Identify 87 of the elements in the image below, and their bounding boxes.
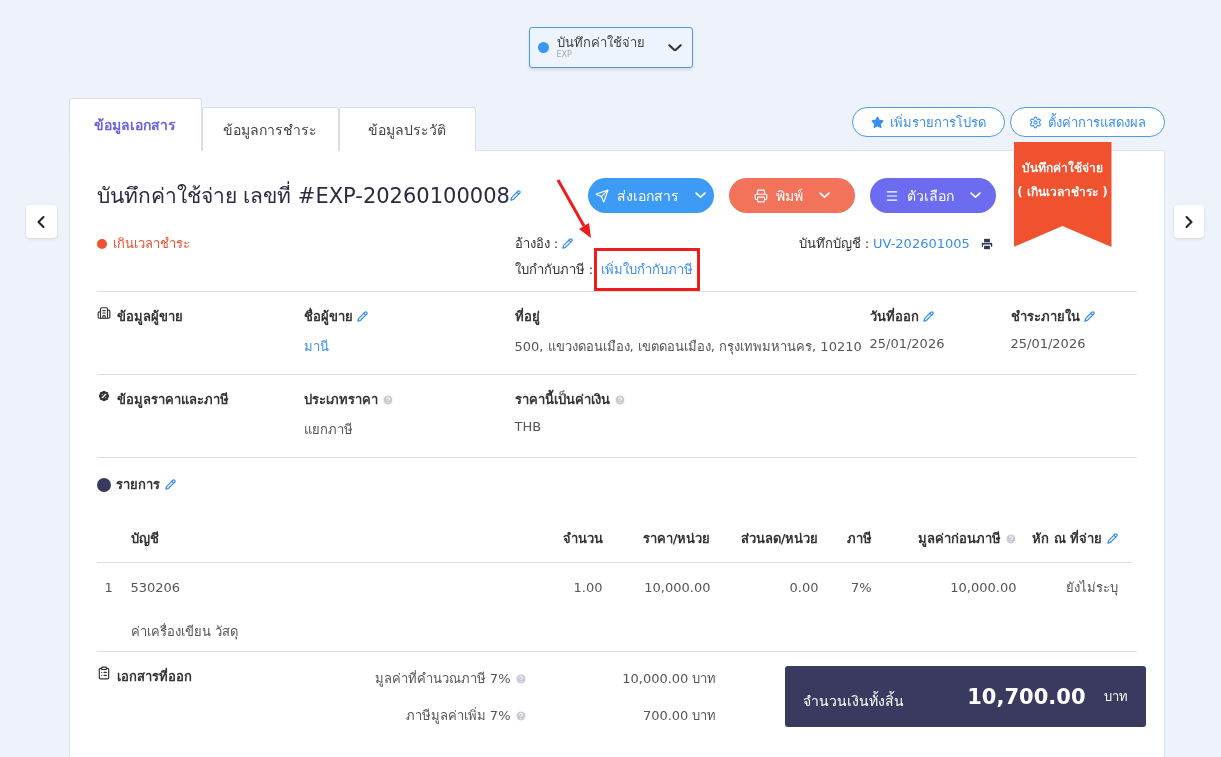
circle-icon xyxy=(96,477,111,492)
tab[interactable]: ข้อมูลประวัติ xyxy=(338,107,476,151)
item-description: ค่าเครื่องเขียน วัสดุ xyxy=(130,622,238,642)
help-icon xyxy=(381,393,394,406)
section-title: เอกสารที่ออก xyxy=(116,666,192,686)
previous-button[interactable] xyxy=(26,205,57,238)
total-amount: 10,700.00 xyxy=(967,684,1086,709)
ribbon-text: บันทึกค่าใช้จ่าย xyxy=(1022,159,1103,177)
tab[interactable]: ข้อมูลเอกสาร xyxy=(68,98,202,151)
column-header: มูลค่าก่อนภาษี xyxy=(917,530,1001,549)
document-type-select[interactable]: บันทึกค่าใช้จ่าย EXP xyxy=(528,27,693,68)
column-header: ภาษี xyxy=(846,530,872,548)
field-label: วันที่ออก xyxy=(869,306,919,326)
field-link[interactable]: มานี xyxy=(303,336,515,357)
menu-icon xyxy=(884,188,899,203)
column-header: จำนวน xyxy=(562,530,603,548)
favorite-button[interactable]: เพิ่มรายการโปรด xyxy=(851,107,1005,137)
field-label: ราคานี้เป็นค่าเงิน xyxy=(514,389,610,410)
printer-icon[interactable] xyxy=(979,236,994,251)
column-header: บัญชี xyxy=(130,530,159,549)
star-icon xyxy=(870,115,884,129)
table-cell-text: 0.00 xyxy=(788,579,819,595)
pencil-icon[interactable] xyxy=(562,238,573,249)
chevron-down-icon xyxy=(695,192,706,199)
display-settings-button[interactable]: ตั้งค่าการแสดงผล xyxy=(1009,107,1165,137)
pencil-icon[interactable] xyxy=(509,190,521,201)
journal-link[interactable]: UV-202601005 xyxy=(873,236,970,251)
print-button[interactable]: พิมพ์ xyxy=(728,178,855,213)
arrow-drawing xyxy=(557,179,592,239)
field-value: 25/01/2026 xyxy=(1010,336,1087,351)
pencil-icon[interactable] xyxy=(922,311,934,322)
summary-value: 700.00 บาท xyxy=(641,707,717,725)
field-label: ชื่อผู้ขาย xyxy=(303,306,353,327)
next-button[interactable] xyxy=(1173,205,1204,238)
help-icon xyxy=(514,672,527,685)
field-value: แยกภาษี xyxy=(303,421,354,439)
table-cell-text: 530206 xyxy=(130,579,182,595)
send-button[interactable]: ส่งเอกสาร xyxy=(587,178,714,213)
field-value: 25/01/2026 xyxy=(869,336,946,351)
document-title: บันทึกค่าใช้จ่าย เลขที่ #EXP-20260100008 xyxy=(96,179,510,212)
summary-label: มูลค่าที่คำนวณภาษี 7% xyxy=(374,669,511,689)
field-value: THB xyxy=(514,419,543,434)
document-type-label: บันทึกค่าใช้จ่าย xyxy=(556,36,646,49)
chevron-down-icon xyxy=(969,192,981,199)
column-header: หัก ณ ที่จ่าย xyxy=(1032,528,1103,548)
row-number: 1 xyxy=(103,579,114,595)
section-title: รายการ xyxy=(115,476,160,494)
help-icon xyxy=(1004,532,1017,545)
summary-value: 10,000.00 บาท xyxy=(621,670,717,688)
table-cell-text: 10,000.00 xyxy=(643,579,711,595)
pencil-icon[interactable] xyxy=(356,311,368,322)
pencil-icon[interactable] xyxy=(1083,311,1095,322)
options-button[interactable]: ตัวเลือก xyxy=(869,178,996,213)
field-label: ที่อยู่ xyxy=(514,306,540,327)
table-cell-text: ยังไม่ระบุ xyxy=(1064,578,1118,598)
status-label: เกินเวลาชำระ xyxy=(96,233,515,254)
help-icon xyxy=(613,393,626,406)
field-label: ชำระภายใน xyxy=(1010,307,1080,326)
summary-label: ภาษีมูลค่าเพิ่ม 7% xyxy=(405,706,511,726)
tab[interactable]: ข้อมูลการชำระ xyxy=(201,107,339,151)
field-value: 500, แขวงดอนเมือง, เขตดอนเมือง, กรุงเทพมหานคร, 10210 xyxy=(514,338,863,357)
settings-icon xyxy=(1028,115,1042,129)
chevron-down-icon xyxy=(818,192,830,199)
table-cell-text: 1.00 xyxy=(572,579,603,595)
help-icon xyxy=(514,709,527,722)
total-label: จำนวนเงินทั้งสิ้น xyxy=(802,690,904,711)
printer-icon xyxy=(753,188,768,203)
tax-invoice-label: ใบกำกับภาษี : xyxy=(514,261,593,279)
table-cell-text: 10,000.00 xyxy=(949,579,1017,595)
table-cell-text: 7% xyxy=(849,579,872,595)
building-icon xyxy=(96,306,111,320)
ribbon-text: ( เกินเวลาชำระ ) xyxy=(1017,184,1108,201)
field-label: ประเภทราคา xyxy=(303,391,378,409)
chevron-down-icon xyxy=(667,43,682,52)
column-header: ราคา/หน่วย xyxy=(642,530,711,548)
currency-unit: บาท xyxy=(1103,688,1128,706)
pencil-icon[interactable] xyxy=(1106,533,1118,544)
journal-label: บันทึกบัญชี : xyxy=(798,235,869,253)
pencil-icon[interactable] xyxy=(164,479,176,490)
reference-label: อ้างอิง : xyxy=(514,235,558,253)
document-type-code: EXP xyxy=(556,51,573,59)
clipboard-icon xyxy=(96,666,111,680)
percent-icon xyxy=(96,389,111,403)
section-title: ข้อมูลผู้ขาย xyxy=(116,308,183,327)
column-header: ส่วนลด/หน่วย xyxy=(740,530,819,548)
send-icon xyxy=(595,188,609,203)
section-title: ข้อมูลราคาและภาษี xyxy=(116,391,229,410)
